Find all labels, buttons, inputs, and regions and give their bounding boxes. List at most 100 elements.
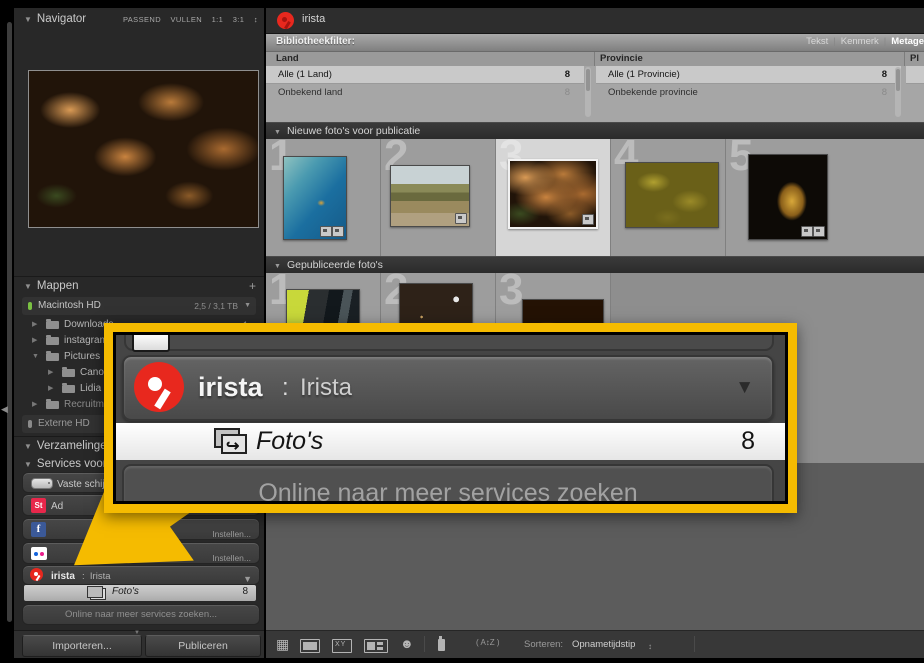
people-view-icon[interactable]: ☻	[400, 637, 414, 651]
sort-direction-icon[interactable]: ↕	[648, 640, 652, 654]
album-row-fotos[interactable]: Foto's 8	[24, 585, 256, 601]
column-header-land[interactable]: Land	[276, 52, 299, 66]
section-title: Gepubliceerde foto's	[287, 259, 383, 271]
tab-kenmerk[interactable]: Kenmerk	[841, 36, 879, 47]
service-title-bar: irista	[266, 8, 924, 34]
irista-service: Irista	[300, 374, 352, 402]
loupe-view-icon[interactable]	[300, 639, 320, 653]
zoom-passend[interactable]: PASSEND	[123, 15, 161, 24]
find-more-label: Online naar meer services zoeken	[124, 479, 772, 501]
expand-arrow-icon[interactable]: ▶	[32, 333, 37, 349]
collapse-left-panel-icon[interactable]: ◀	[1, 404, 8, 415]
collection-badge-icon[interactable]	[320, 226, 332, 237]
chevron-down-icon[interactable]: ▼	[735, 377, 754, 399]
callout-content: irista : Irista ▼ ↪ Foto's 8 Online naar…	[116, 335, 785, 501]
find-more-label: Online naar meer services zoeken...	[65, 609, 217, 620]
callout-overlay: irista : Irista ▼ ↪ Foto's 8 Online naar…	[104, 323, 797, 513]
volume-row-macintosh[interactable]: Macintosh HD 2,5 / 3,1 TB ▼	[22, 297, 256, 315]
service-row-irista[interactable]: irista : Irista ▼	[22, 565, 260, 585]
develop-badge-icon[interactable]	[455, 213, 467, 224]
photo-thumbnail-autumn-selected[interactable]	[508, 159, 598, 229]
irista-logo-icon	[30, 568, 43, 581]
tab-tekst[interactable]: Tekst	[806, 36, 828, 47]
section-header-published-photos[interactable]: ▼Gepubliceerde foto's	[266, 256, 924, 274]
service-label: Ad	[51, 501, 63, 512]
spray-can-icon[interactable]	[438, 639, 445, 651]
filter-row-count: 8	[565, 84, 570, 101]
irista-name: irista	[198, 372, 263, 403]
filter-row-onbekend-land[interactable]: Onbekend land 8	[266, 84, 584, 101]
filter-row-alle-provincie[interactable]: Alle (1 Provincie) 8	[596, 66, 901, 84]
grid-cell-1[interactable]: 1	[266, 139, 381, 256]
sort-value[interactable]: Opnametijdstip	[572, 639, 635, 650]
develop-badge-icon[interactable]	[813, 226, 825, 237]
develop-badge-icon[interactable]	[332, 226, 344, 237]
publish-button[interactable]: Publiceren	[145, 635, 261, 657]
volume-status-led	[28, 302, 32, 310]
develop-badge-icon[interactable]	[582, 214, 594, 225]
zoom-1-1[interactable]: 1:1	[212, 15, 224, 24]
filter-row-alle-land[interactable]: Alle (1 Land) 8	[266, 66, 584, 84]
section-header-new-photos[interactable]: ▼Nieuwe foto's voor publicatie	[266, 122, 924, 140]
grid-cell-4[interactable]: 4	[611, 139, 726, 256]
filter-row-plaats-sliver[interactable]	[906, 66, 924, 84]
left-panel-scrollbar[interactable]	[7, 22, 12, 622]
disclosure-triangle-icon: ▼	[24, 15, 32, 24]
add-folder-button[interactable]: +	[249, 277, 256, 296]
land-column-scrollbar[interactable]	[585, 67, 591, 117]
import-button[interactable]: Importeren...	[22, 635, 142, 657]
photo-thumbnail-landscape[interactable]	[390, 165, 470, 227]
expand-arrow-icon[interactable]: ▶	[32, 397, 37, 413]
survey-view-icon[interactable]	[364, 639, 388, 653]
callout-irista-row[interactable]: irista : Irista ▼	[122, 355, 774, 421]
column-header-plaats[interactable]: Pl	[910, 52, 919, 66]
sort-az-icon[interactable]: ( A↕Z )	[476, 638, 500, 647]
tab-metagegevens[interactable]: Metage	[891, 36, 924, 47]
zoom-3-1[interactable]: 3:1	[233, 15, 245, 24]
volume-disclosure-icon[interactable]: ▼	[244, 297, 251, 315]
album-label: Foto's	[112, 586, 139, 597]
provincie-column-scrollbar[interactable]	[895, 67, 901, 117]
zoom-more-icon[interactable]: ↕	[254, 15, 258, 24]
compare-view-icon[interactable]: XY	[332, 639, 352, 653]
collection-badge-icon[interactable]	[801, 226, 813, 237]
filter-row-onbekende-provincie[interactable]: Onbekende provincie 8	[596, 84, 901, 101]
folder-label: Recruitme	[64, 399, 110, 410]
expand-arrow-icon[interactable]: ▶	[48, 365, 53, 381]
expand-arrow-icon[interactable]: ▶	[32, 317, 37, 333]
left-footer: ▼ Importeren... Publiceren	[14, 630, 264, 658]
grid-view-icon[interactable]: ▦	[276, 637, 289, 651]
column-header-provincie[interactable]: Provincie	[600, 52, 643, 66]
find-more-services-button[interactable]: Online naar meer services zoeken...	[22, 604, 260, 625]
expand-arrow-icon[interactable]: ▶	[48, 381, 53, 397]
callout-fotos-row[interactable]: ↪ Foto's 8	[116, 423, 785, 460]
sort-label: Sorteren:	[524, 639, 563, 650]
grid-cell-2[interactable]: 2	[381, 139, 496, 256]
photo-thumbnail-foliage[interactable]	[625, 162, 719, 228]
filter-column-headers: Land Provincie Pl	[266, 52, 924, 67]
bottom-toolbar: ▦ XY ☻ ( A↕Z ) Sorteren: Opnametijdstip …	[266, 630, 924, 658]
callout-find-more-row[interactable]: Online naar meer services zoeken	[122, 464, 774, 501]
filter-row-count: 8	[565, 66, 570, 83]
folders-title: Mappen	[37, 280, 79, 292]
irista-logo-icon	[277, 12, 294, 29]
navigator-header[interactable]: ▼ Navigator PASSEND VULLEN 1:1 3:1 ↕	[14, 10, 264, 29]
navigator-title: Navigator	[37, 13, 86, 25]
grid-cell-3-selected[interactable]: 3	[496, 139, 611, 256]
photo-thumbnail-gold-leaf[interactable]	[748, 154, 828, 240]
grid-cell-5[interactable]: 5	[726, 139, 840, 256]
folder-label: instagram	[64, 335, 108, 346]
service-settings-link[interactable]: Instellen...	[212, 524, 251, 544]
cell-index: 3	[499, 265, 523, 315]
missing-folder-icon	[46, 401, 59, 409]
volume-capacity: 2,5 / 3,1 TB	[194, 297, 238, 315]
zoom-vullen[interactable]: VULLEN	[171, 15, 203, 24]
facebook-icon: f	[31, 522, 46, 537]
folder-icon	[62, 369, 75, 377]
navigator-preview-image[interactable]	[28, 70, 259, 228]
collapse-arrow-icon[interactable]: ▼	[32, 349, 39, 365]
photo-thumbnail-blue-leaf[interactable]	[283, 156, 347, 240]
folders-header[interactable]: ▼Mappen +	[14, 277, 264, 296]
tab-separator: |	[884, 36, 886, 47]
folder-label: Pictures	[64, 351, 100, 362]
